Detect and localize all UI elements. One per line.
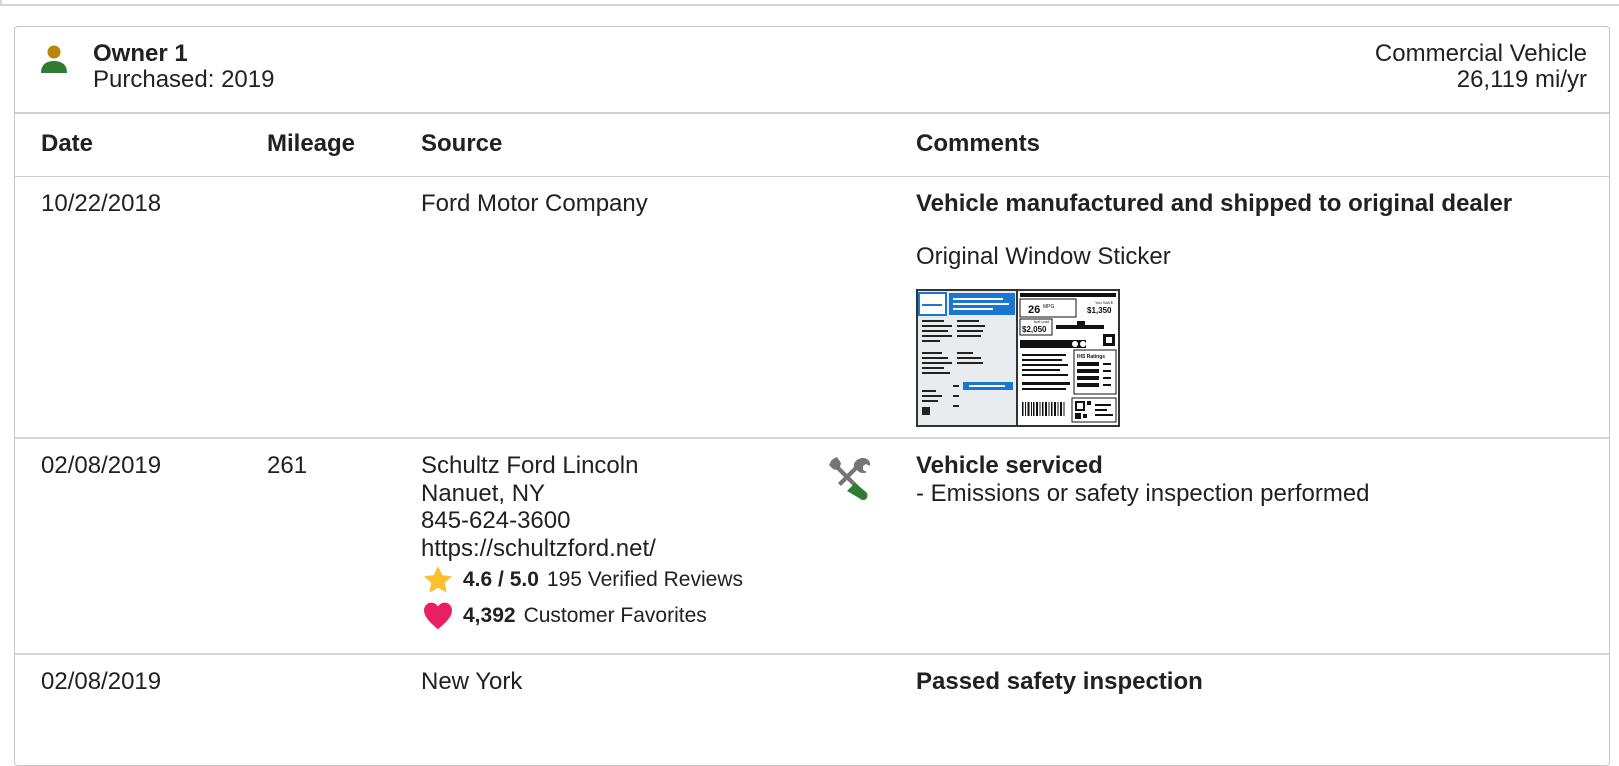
favorites-count: 4,392 bbox=[463, 604, 516, 627]
row-comment-detail: - Emissions or safety inspection perform… bbox=[916, 480, 1370, 507]
rating-value: 4.6 / 5.0 bbox=[463, 568, 539, 591]
table-header: Date Mileage Source Comments bbox=[15, 114, 1609, 177]
dealer-name[interactable]: Schultz Ford Lincoln bbox=[421, 452, 743, 480]
vehicle-use-type: Commercial Vehicle bbox=[1374, 40, 1587, 67]
annual-mileage: 26,119 mi/yr bbox=[1456, 66, 1587, 93]
heart-icon bbox=[424, 602, 452, 630]
dealer-phone[interactable]: 845-624-3600 bbox=[421, 507, 743, 535]
favorites-label: Customer Favorites bbox=[523, 604, 707, 627]
header-comments: Comments bbox=[916, 130, 1041, 157]
window-sticker-label: Original Window Sticker bbox=[916, 243, 1171, 270]
row-mileage: 261 bbox=[267, 452, 308, 479]
source-details: Schultz Ford Lincoln Nanuet, NY 845-624-… bbox=[421, 452, 743, 634]
sticker-mpg: 26 bbox=[1028, 304, 1040, 316]
header-source: Source bbox=[421, 130, 503, 157]
sticker-save: $1,350 bbox=[1087, 306, 1112, 315]
dealer-location: Nanuet, NY bbox=[421, 479, 546, 507]
table-row: 02/08/2019 New York Passed safety inspec… bbox=[15, 655, 1609, 755]
header-mileage: Mileage bbox=[267, 130, 356, 157]
sticker-mpg-unit: MPG bbox=[1043, 304, 1055, 310]
wrench-screwdriver-icon bbox=[829, 457, 871, 501]
row-date: 10/22/2018 bbox=[41, 190, 162, 217]
owner-history-card: Owner 1 Purchased: 2019 Commercial Vehic… bbox=[14, 26, 1610, 766]
row-comment-title: Passed safety inspection bbox=[916, 668, 1203, 695]
row-source: New York bbox=[421, 668, 523, 695]
owner-name: Owner 1 bbox=[93, 40, 188, 67]
row-date: 02/08/2019 bbox=[41, 452, 162, 479]
top-divider bbox=[0, 0, 1619, 6]
purchase-year: Purchased: 2019 bbox=[93, 66, 275, 93]
header-date: Date bbox=[41, 130, 94, 157]
dealer-favorites[interactable]: 4,392 Customer Favorites bbox=[421, 598, 743, 634]
table-row: 02/08/2019 261 Schultz Ford Lincoln Nanu… bbox=[15, 439, 1609, 655]
row-comment-title: Vehicle serviced bbox=[916, 452, 1103, 479]
dealer-website-link[interactable]: https://schultzford.net/ bbox=[421, 535, 743, 563]
row-comment-title: Vehicle manufactured and shipped to orig… bbox=[916, 190, 1513, 217]
person-icon bbox=[41, 45, 67, 73]
sticker-save-label: You SAVE bbox=[1095, 300, 1114, 305]
star-icon bbox=[424, 566, 452, 593]
owner-header: Owner 1 Purchased: 2019 Commercial Vehic… bbox=[15, 27, 1609, 114]
row-date: 02/08/2019 bbox=[41, 668, 162, 695]
table-row: 10/22/2018 Ford Motor Company Vehicle ma… bbox=[15, 177, 1609, 439]
window-sticker-thumbnail[interactable]: 26 MPG You SAVE $1,350 fuel cost $2,050 … bbox=[916, 289, 1120, 427]
review-count: 195 Verified Reviews bbox=[546, 568, 743, 591]
sticker-cost-label: fuel cost bbox=[1034, 319, 1050, 324]
dealer-rating[interactable]: 4.6 / 5.0 195 Verified Reviews bbox=[421, 562, 743, 598]
sticker-ratings: IHS Ratings bbox=[1077, 354, 1105, 360]
sticker-cost: $2,050 bbox=[1022, 325, 1047, 334]
row-source: Ford Motor Company bbox=[421, 190, 648, 217]
